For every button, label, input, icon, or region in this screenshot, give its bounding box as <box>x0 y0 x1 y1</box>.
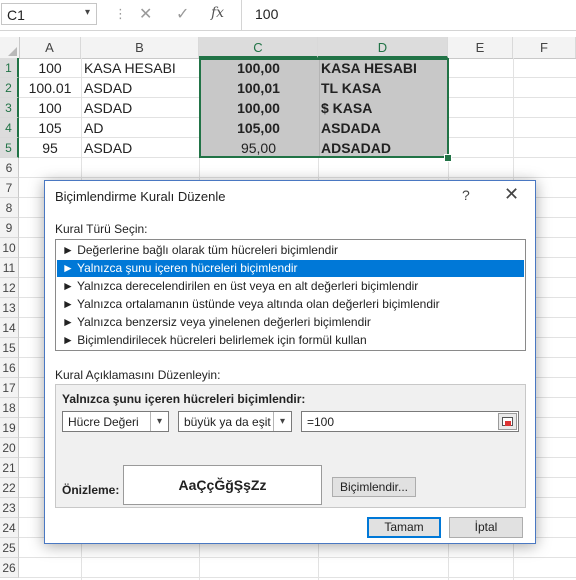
cell-d3[interactable]: $ KASA <box>318 98 448 118</box>
cell-d2[interactable]: TL KASA <box>318 78 448 98</box>
row-header-22[interactable]: 22 <box>0 478 19 498</box>
cell-c2[interactable]: 100,01 <box>199 78 318 98</box>
cancel-button[interactable]: İptal <box>449 517 523 538</box>
cell-a4[interactable]: 105 <box>19 118 81 138</box>
condition-value-text: =100 <box>307 415 335 429</box>
rule-type-item[interactable]: ► Yalnızca benzersiz veya yinelenen değe… <box>57 314 524 331</box>
row-header-3[interactable]: 3 <box>0 98 19 118</box>
name-box-value: C1 <box>7 7 25 23</box>
row-header-6[interactable]: 6 <box>0 158 19 178</box>
row-header-26[interactable]: 26 <box>0 558 19 578</box>
edit-panel-title: Yalnızca şunu içeren hücreleri biçimlend… <box>62 392 306 406</box>
rule-type-label: Kural Türü Seçin: <box>55 222 148 236</box>
column-header-e[interactable]: E <box>448 37 513 58</box>
row-header-4[interactable]: 4 <box>0 118 19 138</box>
condition-field-select[interactable]: Hücre Değeri ▾ <box>62 411 169 432</box>
row-gridline <box>19 177 576 178</box>
row-header-7[interactable]: 7 <box>0 178 19 198</box>
cell-b3[interactable]: ASDAD <box>81 98 199 118</box>
row-header-23[interactable]: 23 <box>0 498 19 518</box>
rule-type-item[interactable]: ► Biçimlendirilecek hücreleri belirlemek… <box>57 332 524 349</box>
cell-b1[interactable]: KASA HESABI <box>81 58 199 78</box>
column-header-d[interactable]: D <box>318 37 448 58</box>
column-header-f[interactable]: F <box>513 37 576 58</box>
column-header-c[interactable]: C <box>199 37 318 58</box>
chevron-down-icon[interactable]: ▾ <box>85 7 90 18</box>
preview-box: AaÇçĞğŞşZz <box>123 465 322 505</box>
row-header-1[interactable]: 1 <box>0 58 19 78</box>
cell-a2[interactable]: 100.01 <box>19 78 81 98</box>
condition-operator-select[interactable]: büyük ya da eşit ▾ <box>178 411 292 432</box>
row-header-10[interactable]: 10 <box>0 238 19 258</box>
dialog-title: Biçimlendirme Kuralı Düzenle <box>55 189 226 204</box>
row-header-14[interactable]: 14 <box>0 318 19 338</box>
preview-label: Önizleme: <box>62 483 120 497</box>
row-header-5[interactable]: 5 <box>0 138 19 158</box>
edit-formatting-rule-dialog: Biçimlendirme Kuralı Düzenle ? ✕ Kural T… <box>44 180 536 544</box>
cell-a3[interactable]: 100 <box>19 98 81 118</box>
row-header-18[interactable]: 18 <box>0 398 19 418</box>
cell-b2[interactable]: ASDAD <box>81 78 199 98</box>
insert-function-icon[interactable]: fx <box>211 5 224 21</box>
rule-type-item[interactable]: ► Değerlerine bağlı olarak tüm hücreleri… <box>57 242 524 259</box>
row-header-25[interactable]: 25 <box>0 538 19 558</box>
rule-type-item[interactable]: ► Yalnızca derecelendirilen en üst veya … <box>57 278 524 295</box>
cell-a5[interactable]: 95 <box>19 138 81 158</box>
cell-c4[interactable]: 105,00 <box>199 118 318 138</box>
rule-type-list[interactable]: ► Değerlerine bağlı olarak tüm hücreleri… <box>55 239 526 351</box>
row-gridline <box>19 557 576 558</box>
row-header-11[interactable]: 11 <box>0 258 19 278</box>
row-header-13[interactable]: 13 <box>0 298 19 318</box>
row-header-15[interactable]: 15 <box>0 338 19 358</box>
row-header-16[interactable]: 16 <box>0 358 19 378</box>
close-icon[interactable]: ✕ <box>504 184 519 205</box>
cancel-entry-icon[interactable]: ✕ <box>139 4 152 24</box>
cell-d1[interactable]: KASA HESABI <box>318 58 448 78</box>
cell-c5[interactable]: 95,00 <box>199 138 318 158</box>
row-header-19[interactable]: 19 <box>0 418 19 438</box>
formula-input[interactable]: 100 <box>255 6 278 22</box>
help-icon[interactable]: ? <box>462 187 470 203</box>
condition-field-value: Hücre Değeri <box>68 415 139 429</box>
formula-bar: C1 ▾ ⋮ ✕ ✓ fx 100 <box>0 0 576 31</box>
rule-description-label: Kural Açıklamasını Düzenleyin: <box>55 368 221 382</box>
rule-description-panel: Yalnızca şunu içeren hücreleri biçimlend… <box>55 384 526 508</box>
column-header-a[interactable]: A <box>19 37 81 58</box>
formula-bar-divider <box>241 0 242 30</box>
row-header-2[interactable]: 2 <box>0 78 19 98</box>
range-picker-icon[interactable] <box>498 413 517 430</box>
format-button[interactable]: Biçimlendir... <box>332 477 416 497</box>
row-header-17[interactable]: 17 <box>0 378 19 398</box>
rule-type-item-selected[interactable]: ► Yalnızca şunu içeren hücreleri biçimle… <box>57 260 524 277</box>
row-header-9[interactable]: 9 <box>0 218 19 238</box>
formula-bar-separator: ⋮ <box>114 6 127 21</box>
chevron-down-icon[interactable]: ▾ <box>150 412 168 431</box>
row-header-20[interactable]: 20 <box>0 438 19 458</box>
row-gridline <box>19 577 576 578</box>
column-header-row: A B C D E F <box>0 37 576 59</box>
chevron-down-icon[interactable]: ▾ <box>273 412 291 431</box>
row-header-8[interactable]: 8 <box>0 198 19 218</box>
row-header-21[interactable]: 21 <box>0 458 19 478</box>
name-box[interactable]: C1 ▾ <box>1 3 97 25</box>
row-header-12[interactable]: 12 <box>0 278 19 298</box>
confirm-entry-icon[interactable]: ✓ <box>176 4 189 24</box>
cell-b5[interactable]: ASDAD <box>81 138 199 158</box>
row-header-24[interactable]: 24 <box>0 518 19 538</box>
cell-a1[interactable]: 100 <box>19 58 81 78</box>
cell-b4[interactable]: AD <box>81 118 199 138</box>
cell-d5[interactable]: ADSADAD <box>318 138 448 158</box>
cell-d4[interactable]: ASDADA <box>318 118 448 138</box>
cell-c1[interactable]: 100,00 <box>199 58 318 78</box>
cell-c3[interactable]: 100,00 <box>199 98 318 118</box>
select-all-corner[interactable] <box>0 37 20 58</box>
condition-operator-value: büyük ya da eşit <box>184 415 271 429</box>
ok-button[interactable]: Tamam <box>367 517 441 538</box>
rule-type-item[interactable]: ► Yalnızca ortalamanın üstünde veya altı… <box>57 296 524 313</box>
condition-value-input[interactable]: =100 <box>301 411 519 432</box>
column-header-b[interactable]: B <box>81 37 199 58</box>
